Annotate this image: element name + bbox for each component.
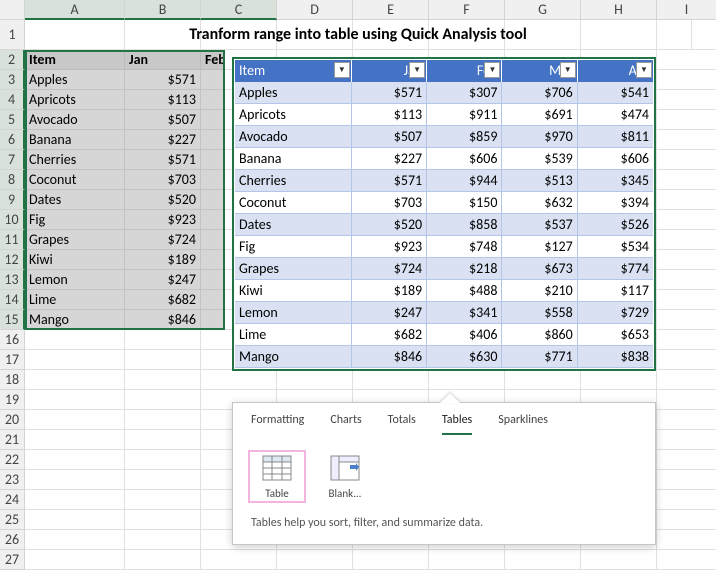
preview-row: Avocado$507$859$970$811 [235, 126, 653, 148]
preview-column-header[interactable]: Feb▼ [427, 60, 502, 82]
quick-analysis-options: Table Blank... [233, 435, 655, 510]
column-header[interactable]: C [201, 0, 277, 20]
column-header[interactable]: E [353, 0, 429, 20]
sel-header-feb[interactable]: Feb [201, 50, 225, 70]
quick-analysis-tabs: Formatting Charts Totals Tables Sparklines [233, 403, 655, 435]
preview-row: Kiwi$189$488$210$117 [235, 280, 653, 302]
row-header[interactable]: 22 [0, 450, 25, 470]
row-header[interactable]: 3 [0, 70, 25, 90]
row-header[interactable]: 16 [0, 330, 25, 350]
column-header[interactable]: H [581, 0, 657, 20]
row-header[interactable]: 12 [0, 250, 25, 270]
sel-row[interactable]: Coconut$703 [25, 170, 225, 190]
column-header[interactable]: B [125, 0, 201, 20]
qa-tab-tables[interactable]: Tables [442, 413, 472, 435]
preview-row: Fig$923$748$127$534 [235, 236, 653, 258]
quick-analysis-hint: Tables help you sort, filter, and summar… [233, 510, 655, 544]
row-header[interactable]: 13 [0, 270, 25, 290]
filter-dropdown-icon[interactable]: ▼ [409, 62, 425, 78]
sel-row[interactable]: Fig$923 [25, 210, 225, 230]
column-header[interactable]: F [429, 0, 505, 20]
preview-row: Banana$227$606$539$606 [235, 148, 653, 170]
preview-row: Coconut$703$150$632$394 [235, 192, 653, 214]
row-header[interactable]: 25 [0, 510, 25, 530]
row-header[interactable]: 6 [0, 130, 25, 150]
row-header[interactable]: 23 [0, 470, 25, 490]
filter-dropdown-icon[interactable]: ▼ [560, 62, 576, 78]
sel-header-jan[interactable]: Jan [125, 50, 201, 70]
row-header[interactable]: 9 [0, 190, 25, 210]
qa-option-table[interactable]: Table [251, 453, 303, 500]
page-title: Tranform range into table using Quick An… [25, 20, 692, 50]
preview-row: Apricots$113$911$691$474 [235, 104, 653, 126]
preview-column-header[interactable]: Mar▼ [502, 60, 577, 82]
sel-row[interactable]: Grapes$724 [25, 230, 225, 250]
quick-analysis-pointer [440, 393, 460, 403]
row-header[interactable]: 11 [0, 230, 25, 250]
row-header[interactable]: 5 [0, 110, 25, 130]
row-header[interactable]: 14 [0, 290, 25, 310]
sel-row[interactable]: Apricots$113 [25, 90, 225, 110]
filter-dropdown-icon[interactable]: ▼ [334, 62, 350, 78]
quick-analysis-panel: Formatting Charts Totals Tables Sparklines T… [232, 402, 656, 545]
sel-header-item[interactable]: Item [25, 50, 125, 70]
column-header[interactable]: A [25, 0, 125, 20]
qa-tab-sparklines[interactable]: Sparklines [498, 413, 548, 435]
row-header[interactable]: 26 [0, 530, 25, 550]
preview-row: Mango$846$630$771$838 [235, 346, 653, 368]
preview-row: Apples$571$307$706$541 [235, 82, 653, 104]
preview-row: Cherries$571$944$513$345 [235, 170, 653, 192]
preview-row: Grapes$724$218$673$774 [235, 258, 653, 280]
row-header[interactable]: 7 [0, 150, 25, 170]
preview-column-header[interactable]: Item▼ [235, 60, 352, 82]
qa-option-blank[interactable]: Blank... [319, 453, 371, 500]
row-header[interactable]: 27 [0, 550, 25, 570]
column-header[interactable]: D [277, 0, 353, 20]
preview-table-header: Item▼Jan▼Feb▼Mar▼Apr▼ [235, 60, 653, 82]
filter-dropdown-icon[interactable]: ▼ [636, 62, 652, 78]
row-header[interactable]: 4 [0, 90, 25, 110]
sel-row[interactable]: Lemon$247 [25, 270, 225, 290]
preview-row: Dates$520$858$537$526 [235, 214, 653, 236]
table-icon [262, 455, 292, 481]
sel-row[interactable]: Cherries$571 [25, 150, 225, 170]
blank-pivot-icon [330, 455, 360, 481]
row-header[interactable]: 8 [0, 170, 25, 190]
row-header[interactable]: 2 [0, 50, 25, 70]
preview-column-header[interactable]: Jan▼ [352, 60, 427, 82]
row-header[interactable]: 18 [0, 370, 25, 390]
row-header[interactable]: 10 [0, 210, 25, 230]
column-header[interactable]: G [505, 0, 581, 20]
sel-row[interactable]: Mango$846 [25, 310, 225, 330]
sel-row[interactable]: Apples$571 [25, 70, 225, 90]
preview-column-header[interactable]: Apr▼ [578, 60, 653, 82]
column-header[interactable]: I [657, 0, 716, 20]
row-header[interactable]: 19 [0, 390, 25, 410]
sel-row[interactable]: Banana$227 [25, 130, 225, 150]
row-header[interactable]: 1 [0, 20, 25, 50]
preview-row: Lemon$247$341$558$729 [235, 302, 653, 324]
qa-tab-charts[interactable]: Charts [330, 413, 361, 435]
sel-row[interactable]: Avocado$507 [25, 110, 225, 130]
sel-row[interactable]: Kiwi$189 [25, 250, 225, 270]
row-header[interactable]: 20 [0, 410, 25, 430]
qa-tab-formatting[interactable]: Formatting [251, 413, 304, 435]
sel-row[interactable]: Dates$520 [25, 190, 225, 210]
row-header[interactable]: 24 [0, 490, 25, 510]
selected-range[interactable]: ItemJanFebApples$571Apricots$113Avocado$… [25, 50, 225, 330]
preview-row: Lime$682$406$860$653 [235, 324, 653, 346]
row-header[interactable]: 21 [0, 430, 25, 450]
filter-dropdown-icon[interactable]: ▼ [484, 62, 500, 78]
qa-tab-totals[interactable]: Totals [388, 413, 416, 435]
sel-row[interactable]: Lime$682 [25, 290, 225, 310]
row-header[interactable]: 17 [0, 350, 25, 370]
row-header[interactable]: 15 [0, 310, 25, 330]
preview-table: Item▼Jan▼Feb▼Mar▼Apr▼Apples$571$307$706$… [232, 57, 656, 371]
